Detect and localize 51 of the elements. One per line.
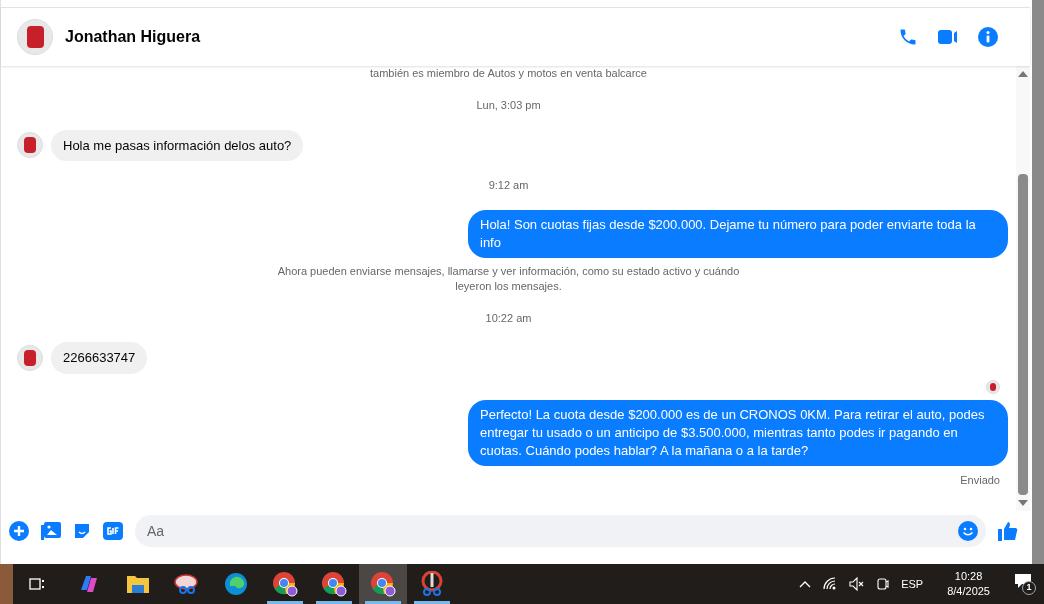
muted-speaker-icon[interactable] bbox=[849, 577, 866, 591]
chrome-icon[interactable] bbox=[272, 571, 298, 597]
clock[interactable]: 10:28 8/4/2025 bbox=[935, 569, 1002, 599]
task-view-icon[interactable] bbox=[29, 576, 45, 592]
timestamp: Lun, 3:03 pm bbox=[476, 98, 541, 113]
wifi-icon[interactable] bbox=[823, 577, 838, 591]
outgoing-message: Hola! Son cuotas fijas desde $200.000. Dejame tu número para poder enviarte toda la info bbox=[468, 209, 1008, 258]
emoji-icon[interactable] bbox=[958, 521, 978, 541]
notification-count: 1 bbox=[1022, 581, 1036, 595]
running-indicator bbox=[267, 601, 303, 604]
language-indicator[interactable]: ESP bbox=[901, 575, 924, 593]
avatar bbox=[17, 132, 43, 159]
scissors-icon[interactable] bbox=[421, 571, 443, 597]
thumbs-up-icon[interactable] bbox=[998, 521, 1018, 541]
contact-name: Jonathan Higuera bbox=[65, 27, 202, 47]
incoming-message: 2266633747 bbox=[51, 342, 148, 374]
avatar bbox=[986, 379, 1000, 394]
avatar bbox=[17, 19, 53, 55]
window-scrollbar[interactable] bbox=[1032, 0, 1044, 564]
running-indicator bbox=[365, 601, 401, 604]
camera-icon[interactable] bbox=[877, 576, 890, 592]
incoming-message: Hola me pasas información delos auto? bbox=[51, 129, 304, 161]
system-notice: Ahora pueden enviarse mensajes, llamarse y ver información, como su estado activo y cuándo leyeron los mensajes. bbox=[276, 263, 741, 294]
video-camera-icon[interactable] bbox=[938, 29, 958, 45]
plus-icon[interactable] bbox=[9, 521, 29, 541]
scissors-icon[interactable] bbox=[174, 573, 200, 595]
image-icon[interactable] bbox=[41, 522, 61, 540]
system-notice: también es miembro de Autos y motos en venta balcarce bbox=[370, 66, 647, 81]
chrome-icon[interactable] bbox=[370, 571, 396, 597]
outgoing-message: Perfecto! La cuota desde $200.000 es de un CRONOS 0KM. Para retirar el auto, podes entregar tu usado o un anticipo de $3.500.000, mientras tanto podes ir pagando en cuotas. Cuándo podes hablar? A la mañana o a la tarde? bbox=[468, 399, 1008, 466]
message-input[interactable]: Aa bbox=[147, 520, 958, 542]
sticker-icon[interactable] bbox=[73, 522, 91, 540]
timestamp: 9:12 am bbox=[488, 178, 529, 193]
running-indicator bbox=[316, 601, 352, 604]
chevron-up-icon[interactable] bbox=[799, 580, 812, 588]
scroll-thumb[interactable] bbox=[1018, 174, 1028, 495]
scroll-down-icon[interactable] bbox=[1018, 499, 1028, 507]
phone-icon[interactable] bbox=[898, 27, 918, 47]
chrome-icon[interactable] bbox=[321, 571, 347, 597]
avatar bbox=[17, 344, 43, 371]
message-field[interactable]: Aa bbox=[135, 515, 986, 547]
timestamp: 10:22 am bbox=[485, 310, 532, 326]
sent-status: Enviado bbox=[960, 472, 1000, 488]
running-indicator bbox=[414, 601, 450, 604]
info-icon[interactable] bbox=[978, 27, 998, 47]
scroll-up-icon[interactable] bbox=[1018, 70, 1028, 78]
scrollbar[interactable] bbox=[1016, 66, 1030, 511]
browser-icon[interactable] bbox=[224, 572, 248, 596]
gif-icon[interactable] bbox=[103, 522, 123, 540]
folder-icon[interactable] bbox=[126, 573, 150, 595]
desktop-thumbnail[interactable] bbox=[0, 564, 13, 604]
